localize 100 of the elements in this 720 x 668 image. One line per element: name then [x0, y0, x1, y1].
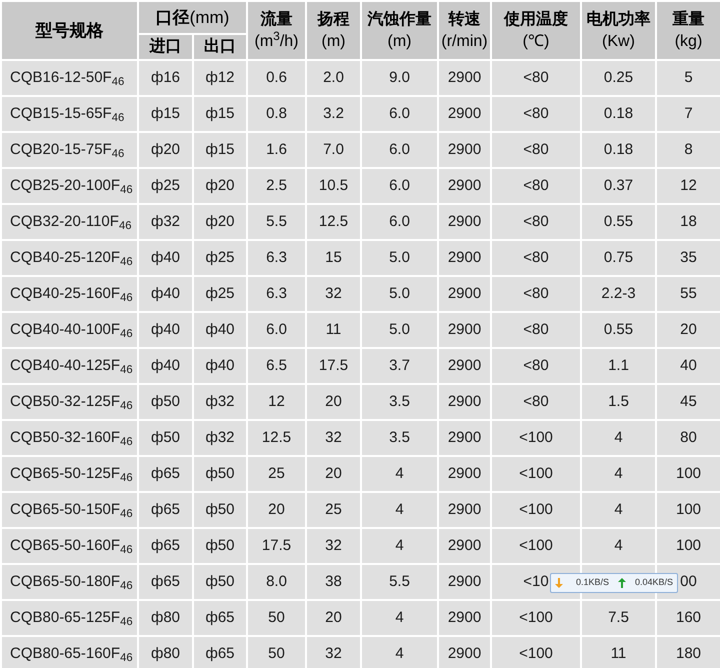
table-cell: ф40: [138, 240, 193, 276]
table-cell: 1.1: [581, 348, 656, 384]
table-cell: 2900: [438, 312, 491, 348]
table-cell: 2.0: [306, 60, 361, 96]
table-cell: 8.0: [247, 564, 306, 600]
table-cell: CQB40-25-120F$_{46}$: [1, 240, 138, 276]
table-cell: ф40: [138, 276, 193, 312]
table-cell: 0.8: [247, 96, 306, 132]
table-cell: <100: [491, 492, 581, 528]
table-cell: 2900: [438, 420, 491, 456]
table-cell: 1.5: [581, 384, 656, 420]
column-header: 流量: [260, 9, 294, 30]
table-cell: 2900: [438, 132, 491, 168]
table-cell: 4: [361, 600, 438, 636]
table-cell: ф50: [193, 564, 247, 600]
table-cell: CQB32-20-110F$_{46}$: [1, 204, 138, 240]
table-cell: 2900: [438, 600, 491, 636]
table-cell: ф20: [193, 204, 247, 240]
table-cell: 6.0: [361, 132, 438, 168]
table-cell: 5.5: [361, 564, 438, 600]
table-cell: 2900: [438, 348, 491, 384]
table-cell: 5.0: [361, 276, 438, 312]
table-cell: 45: [656, 384, 720, 420]
up-arrow-icon: [618, 578, 626, 588]
table-cell: 80: [656, 420, 720, 456]
table-cell: 2.2-3: [581, 276, 656, 312]
table-cell: 15: [306, 240, 361, 276]
table-cell: CQB40-25-160F$_{46}$: [1, 276, 138, 312]
table-cell: ф80: [138, 600, 193, 636]
table-cell: ф50: [193, 492, 247, 528]
table-cell: 38: [306, 564, 361, 600]
table-cell: 2900: [438, 240, 491, 276]
table-cell: <80: [491, 384, 581, 420]
table-cell: 50: [247, 636, 306, 668]
table-cell: 4: [581, 420, 656, 456]
table-cell: 12.5: [306, 204, 361, 240]
table-cell: 2900: [438, 564, 491, 600]
table-cell: <100: [491, 420, 581, 456]
table-cell: 2900: [438, 204, 491, 240]
unit-label: (m$^{3}$/h): [253, 30, 300, 52]
column-header: 电机功率: [586, 9, 652, 30]
table-cell: CQB80-65-160F$_{46}$: [1, 636, 138, 668]
table-cell: ф65: [138, 528, 193, 564]
table-cell: 0.6: [247, 60, 306, 96]
table-cell: 100: [656, 528, 720, 564]
table-cell: ф20: [138, 132, 193, 168]
table-cell: 6.0: [361, 96, 438, 132]
table-cell: 0.75: [581, 240, 656, 276]
table-cell: <80: [491, 132, 581, 168]
table-cell: 5.0: [361, 312, 438, 348]
table-cell: 6.0: [361, 204, 438, 240]
table-cell: 20: [306, 600, 361, 636]
table-cell: <100: [491, 636, 581, 668]
table-cell: 55: [656, 276, 720, 312]
unit-label: (r/min): [440, 32, 489, 52]
table-cell: <80: [491, 168, 581, 204]
table-cell: 2900: [438, 528, 491, 564]
table-cell: 4: [361, 528, 438, 564]
table-cell: 32: [306, 276, 361, 312]
table-cell: CQB50-32-160F$_{46}$: [1, 420, 138, 456]
table-cell: 12.5: [247, 420, 306, 456]
table-cell: 18: [656, 204, 720, 240]
table-cell: 2900: [438, 276, 491, 312]
unit-label: (Kw): [601, 32, 636, 52]
table-cell: ф40: [193, 348, 247, 384]
table-cell: 32: [306, 420, 361, 456]
table-cell: 2900: [438, 492, 491, 528]
table-cell: ф16: [138, 60, 193, 96]
column-header: 汽蚀作量: [366, 10, 432, 30]
table-cell: 0.25: [581, 60, 656, 96]
table-cell: ф65: [193, 636, 247, 668]
table-cell: ф50: [138, 420, 193, 456]
table-cell: 0.55: [581, 204, 656, 240]
table-cell: <100: [491, 456, 581, 492]
table-cell: 32: [306, 528, 361, 564]
table-cell: ф32: [193, 384, 247, 420]
column-header: 使用温度: [502, 9, 569, 30]
table-cell: 11: [581, 636, 656, 668]
table-cell: 50: [247, 600, 306, 636]
table-cell: ф40: [193, 312, 247, 348]
table-cell: <80: [491, 276, 581, 312]
table-cell: 7.5: [581, 600, 656, 636]
table-cell: CQB15-15-65F$_{46}$: [1, 96, 138, 132]
table-cell: 17.5: [247, 528, 306, 564]
column-header: 口径(mm): [138, 1, 247, 34]
table-cell: 6.3: [247, 240, 306, 276]
table-cell: 17.5: [306, 348, 361, 384]
table-cell: CQB65-50-160F$_{46}$: [1, 528, 138, 564]
table-cell: 2900: [438, 60, 491, 96]
table-cell: ф25: [138, 168, 193, 204]
table-cell: CQB80-65-125F$_{46}$: [1, 600, 138, 636]
table-cell: ф15: [138, 96, 193, 132]
column-header: 型号规格: [1, 1, 138, 60]
table-cell: ф40: [138, 348, 193, 384]
table-cell: 100: [656, 492, 720, 528]
table-cell: CQB50-32-125F$_{46}$: [1, 384, 138, 420]
table-cell: ф50: [193, 528, 247, 564]
table-cell: 20: [247, 492, 306, 528]
table-cell: 180: [656, 636, 720, 668]
table-cell: ф65: [138, 564, 193, 600]
